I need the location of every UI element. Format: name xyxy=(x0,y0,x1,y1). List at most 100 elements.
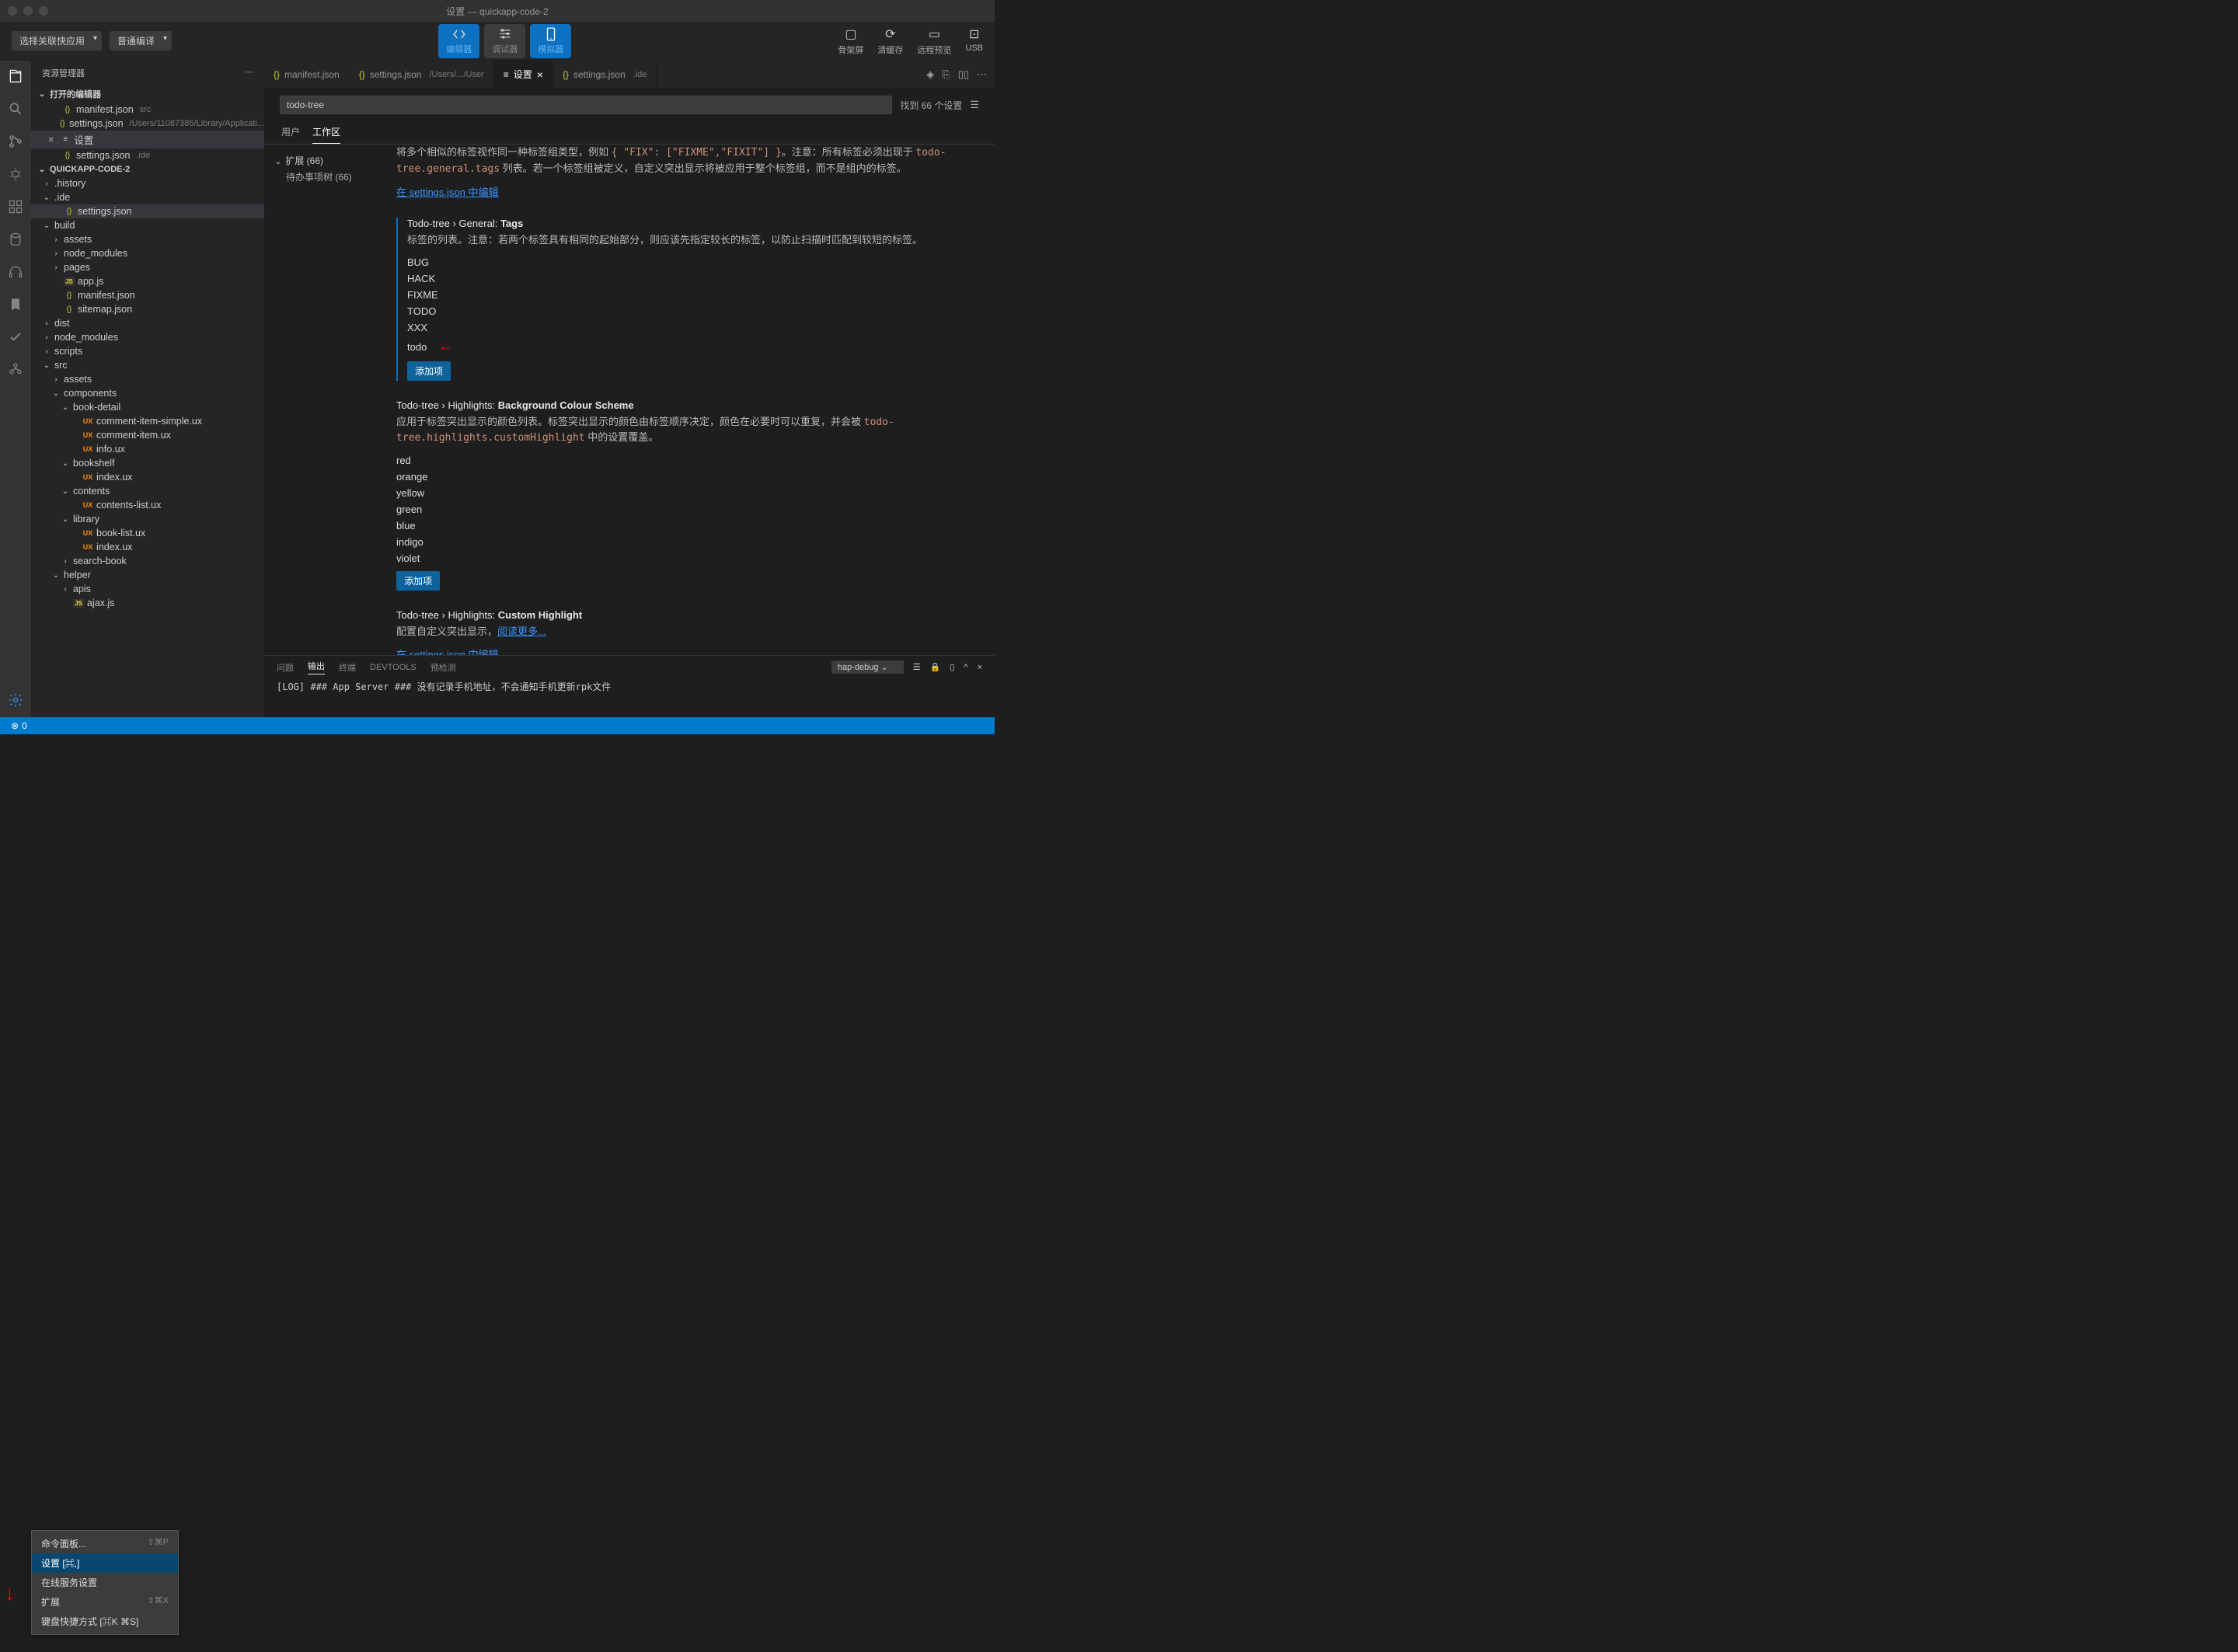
color-list-item[interactable]: indigo xyxy=(396,534,979,550)
folder-item[interactable]: ›scripts xyxy=(31,344,264,358)
app-select-dropdown[interactable]: 选择关联快应用 xyxy=(12,31,102,51)
file-item[interactable]: UXbook-list.ux xyxy=(31,526,264,540)
editor-tab[interactable]: ≡设置× xyxy=(494,61,553,88)
file-item[interactable]: {}sitemap.json xyxy=(31,302,264,316)
file-item[interactable]: {}settings.json xyxy=(31,204,264,218)
context-menu-item[interactable]: 扩展⇧⌘X xyxy=(32,1592,178,1612)
usb-button[interactable]: ⊡USB xyxy=(965,26,983,56)
file-item[interactable]: {}manifest.json xyxy=(31,288,264,302)
filter-icon[interactable]: ☰ xyxy=(970,99,979,111)
compile-mode-dropdown[interactable]: 普通编译 xyxy=(110,31,172,51)
output-channel-select[interactable]: hap-debug ⌄ xyxy=(831,660,904,674)
terminal-tab[interactable]: 问题 xyxy=(277,661,294,674)
close-window[interactable] xyxy=(8,6,17,16)
file-item[interactable]: UXcomment-item.ux xyxy=(31,428,264,442)
open-editor-item[interactable]: {}settings.json.ide xyxy=(31,148,264,162)
file-item[interactable]: UXcomment-item-simple.ux xyxy=(31,414,264,428)
bookmark-icon[interactable] xyxy=(6,295,25,314)
maximize-window[interactable] xyxy=(39,6,48,16)
tag-list-item[interactable]: HACK xyxy=(407,270,979,287)
split-terminal-icon[interactable]: ▯ xyxy=(950,662,954,672)
file-item[interactable]: UXindex.ux xyxy=(31,470,264,484)
toc-todo-tree[interactable]: 待办事项树 (66) xyxy=(274,169,387,185)
folder-item[interactable]: ⌄book-detail xyxy=(31,400,264,414)
folder-item[interactable]: ⌄library xyxy=(31,512,264,526)
folder-item[interactable]: ›search-book xyxy=(31,554,264,568)
open-editor-item[interactable]: {}settings.json/Users/11087385/Library/A… xyxy=(31,117,264,131)
minimize-window[interactable] xyxy=(23,6,33,16)
close-icon[interactable]: × xyxy=(537,68,543,81)
edit-in-json-link[interactable]: 在 settings.json 中编辑 xyxy=(396,186,499,198)
folder-item[interactable]: ›dist xyxy=(31,316,264,330)
color-list-item[interactable]: green xyxy=(396,501,979,518)
mode-editor[interactable]: 编辑器 xyxy=(438,24,479,58)
extensions-icon[interactable] xyxy=(6,197,25,216)
tag-list-item[interactable]: FIXME xyxy=(407,287,979,303)
read-more-link[interactable]: 阅读更多... xyxy=(497,626,546,637)
editor-tab[interactable]: {}manifest.json xyxy=(264,61,350,88)
toc-extensions[interactable]: ⌄ 扩展 (66) xyxy=(274,152,387,169)
folder-item[interactable]: ›assets xyxy=(31,232,264,246)
terminal-tab[interactable]: 输出 xyxy=(308,660,325,674)
context-menu-item[interactable]: 设置 [⌘,] xyxy=(32,1553,178,1573)
color-list-item[interactable]: orange xyxy=(396,469,979,485)
status-errors[interactable]: ⊗0 xyxy=(6,720,32,731)
debug-icon[interactable] xyxy=(6,165,25,183)
folder-item[interactable]: ⌄build xyxy=(31,218,264,232)
file-item[interactable]: JSajax.js xyxy=(31,596,264,610)
search-icon[interactable] xyxy=(6,99,25,118)
db-icon[interactable] xyxy=(6,230,25,249)
edit-in-json-link-2[interactable]: 在 settings.json 中编辑 xyxy=(396,649,499,655)
explorer-icon[interactable] xyxy=(6,67,25,85)
project-section[interactable]: ⌄QUICKAPP-CODE-2 xyxy=(31,162,264,176)
folder-item[interactable]: ⌄.ide xyxy=(31,190,264,204)
editor-tab[interactable]: {}settings.json/Users/.../User xyxy=(350,61,494,88)
split-editor-icon[interactable]: ▯▯ xyxy=(958,68,969,81)
open-editors-section[interactable]: ⌄打开的编辑器 xyxy=(31,85,264,103)
close-panel-icon[interactable]: × xyxy=(978,663,982,672)
lock-scroll-icon[interactable]: 🔒 xyxy=(930,662,941,672)
terminal-tab[interactable]: 终端 xyxy=(339,661,356,674)
folder-item[interactable]: ›pages xyxy=(31,260,264,274)
file-item[interactable]: JSapp.js xyxy=(31,274,264,288)
tag-list-item[interactable]: BUG xyxy=(407,254,979,270)
check-icon[interactable] xyxy=(6,328,25,347)
folder-item[interactable]: ›.history xyxy=(31,176,264,190)
color-list-item[interactable]: violet xyxy=(396,550,979,566)
editor-tab[interactable]: {}settings.json.ide xyxy=(553,61,657,88)
context-menu-item[interactable]: 命令面板...⇧⌘P xyxy=(32,1534,178,1553)
settings-gear-icon[interactable] xyxy=(6,691,25,709)
folder-item[interactable]: ›apis xyxy=(31,582,264,596)
folder-item[interactable]: ›assets xyxy=(31,372,264,386)
tag-list-item[interactable]: TODO xyxy=(407,303,979,319)
scope-user-tab[interactable]: 用户 xyxy=(281,125,300,144)
tag-list-item[interactable]: XXX xyxy=(407,319,979,336)
tree-icon[interactable] xyxy=(6,361,25,379)
mode-debugger[interactable]: 调试器 xyxy=(484,24,525,58)
clear-cache-button[interactable]: ⟳清缓存 xyxy=(877,26,903,56)
color-list-item[interactable]: blue xyxy=(396,518,979,534)
context-menu-item[interactable]: 在线服务设置 xyxy=(32,1573,178,1592)
tag-list-item[interactable]: todo ← xyxy=(407,336,979,357)
headset-icon[interactable] xyxy=(6,263,25,281)
folder-item[interactable]: ⌄src xyxy=(31,358,264,372)
terminal-tab[interactable]: DEVTOOLS xyxy=(370,663,417,672)
file-item[interactable]: UXindex.ux xyxy=(31,540,264,554)
scope-workspace-tab[interactable]: 工作区 xyxy=(312,125,340,144)
skeleton-button[interactable]: ▢骨架屏 xyxy=(838,26,863,56)
context-menu-item[interactable]: 键盘快捷方式 [⌘K ⌘S] xyxy=(32,1612,178,1631)
compass-icon[interactable]: ◈ xyxy=(926,68,934,81)
close-icon[interactable]: × xyxy=(48,134,54,145)
add-color-button[interactable]: 添加项 xyxy=(396,571,440,591)
settings-search-input[interactable] xyxy=(280,96,892,114)
maximize-panel-icon[interactable]: ^ xyxy=(964,663,967,672)
folder-item[interactable]: ⌄contents xyxy=(31,484,264,498)
terminal-tab[interactable]: 预检测 xyxy=(431,661,456,674)
open-editor-item[interactable]: {}manifest.jsonsrc xyxy=(31,103,264,117)
folder-item[interactable]: ›node_modules xyxy=(31,246,264,260)
folder-item[interactable]: ›node_modules xyxy=(31,330,264,344)
mode-simulator[interactable]: 模拟器 xyxy=(530,24,571,58)
add-tag-button[interactable]: 添加项 xyxy=(407,361,451,381)
source-control-icon[interactable] xyxy=(6,132,25,151)
file-item[interactable]: UXinfo.ux xyxy=(31,442,264,456)
